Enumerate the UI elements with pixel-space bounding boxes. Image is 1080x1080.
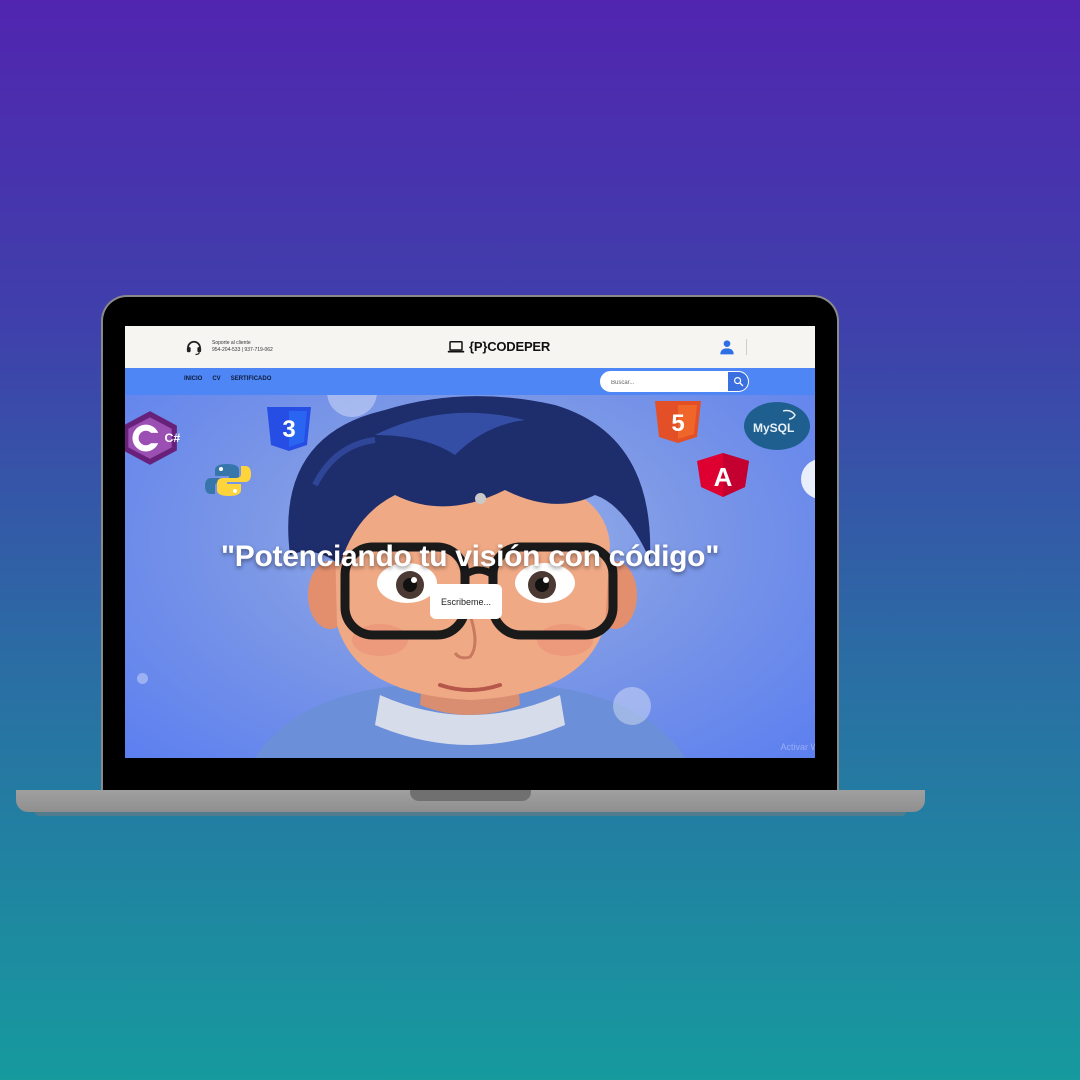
site-topbar: Soporte al cliente 954-204-533 | 937-719…	[125, 326, 815, 368]
csharp-logo-icon: C#	[125, 411, 180, 465]
search-icon	[733, 377, 743, 387]
html5-logo-text: 5	[671, 410, 684, 437]
hero-headline: "Potenciando tu visión con código"	[220, 540, 720, 573]
site-brand[interactable]: {P}CODEPER	[447, 339, 550, 354]
search-input[interactable]	[609, 375, 723, 390]
csharp-logo-text: C#	[164, 431, 180, 445]
python-logo-icon	[205, 464, 251, 496]
laptop-icon	[447, 340, 465, 353]
user-icon[interactable]	[719, 339, 735, 355]
hero-character-illustration	[255, 396, 685, 758]
nav-item-sertificado[interactable]: SERTIFICADO	[231, 376, 272, 382]
support-phones: 954-204-533 | 937-719-062	[212, 347, 273, 353]
nav-item-inicio[interactable]: INICIO	[184, 376, 202, 382]
headset-icon	[186, 340, 202, 356]
decorative-bubble	[137, 673, 148, 684]
header-divider	[746, 339, 747, 355]
main-navbar: INICIO CV SERTIFICADO	[125, 368, 815, 395]
mysql-logo-icon: MySQL	[744, 402, 810, 450]
brand-name: {P}CODEPER	[469, 339, 551, 354]
search-box	[600, 371, 749, 392]
angular-logo-icon: A	[697, 453, 749, 497]
search-button[interactable]	[728, 372, 748, 391]
css3-logo-text: 3	[282, 416, 295, 443]
laptop-notch	[410, 790, 531, 801]
nav-menu: INICIO CV SERTIFICADO	[184, 376, 271, 382]
css3-logo-icon: 3	[267, 407, 311, 451]
angular-logo-text: A	[714, 462, 733, 492]
decorative-dot	[475, 493, 486, 504]
contact-button[interactable]: Escribeme...	[430, 584, 502, 619]
customer-support-info: Soporte al cliente 954-204-533 | 937-719…	[212, 340, 273, 354]
decorative-bubble	[613, 687, 651, 725]
nav-item-cv[interactable]: CV	[212, 376, 220, 382]
support-title: Soporte al cliente	[212, 340, 251, 346]
hero-banner: C# 3 5 A MySQL "Potenciando tu visión co…	[125, 395, 815, 758]
laptop-screen: Soporte al cliente 954-204-533 | 937-719…	[125, 326, 815, 758]
html5-logo-icon: 5	[655, 401, 701, 443]
activation-watermark: Activar W	[780, 742, 815, 752]
mysql-logo-text: MySQL	[753, 421, 794, 435]
